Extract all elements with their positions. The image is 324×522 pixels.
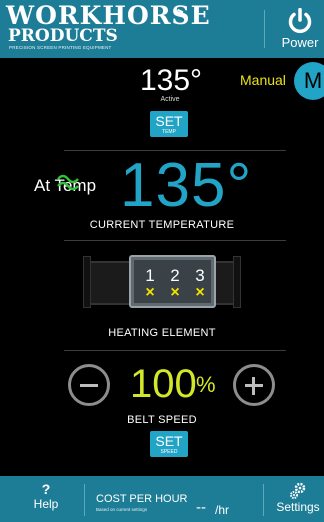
belt-end-right (233, 256, 241, 308)
divider-line (64, 240, 286, 241)
zone-number: 3 (195, 266, 205, 285)
zone-number: 2 (170, 266, 180, 285)
set-temp-value: 135° (140, 64, 203, 97)
mode-label: Manual (240, 72, 286, 88)
settings-button[interactable]: Settings (272, 482, 324, 514)
set-temp-button-label: SET (155, 113, 183, 129)
help-button[interactable]: ? Help (22, 481, 70, 512)
divider-line (64, 350, 286, 351)
power-label: Power (281, 35, 319, 50)
logo-tagline: PRECISION SCREEN PRINTING EQUIPMENT (9, 45, 112, 50)
increase-speed-button[interactable] (233, 364, 275, 406)
set-temp-button[interactable]: SET TEMP (150, 111, 188, 137)
plus-icon-v (252, 377, 255, 395)
heater-zone-3[interactable]: 3 × (188, 260, 212, 301)
heating-element-inner: 1 × 2 × 3 × (134, 260, 211, 303)
zone-off-icon: × (170, 284, 180, 301)
header-divider (264, 10, 265, 48)
set-speed-button-label: SET (155, 433, 183, 449)
power-icon (288, 8, 312, 34)
app-header: WORKHORSE PRODUCTS PRECISION SCREEN PRIN… (0, 0, 324, 58)
set-temp-status: Active (160, 96, 180, 103)
current-temp-label: CURRENT TEMPERATURE (89, 219, 235, 231)
belt-speed-unit: % (196, 372, 216, 397)
zone-number: 1 (145, 266, 155, 285)
zone-off-icon: × (195, 284, 205, 301)
set-speed-button-sub: SPEED (160, 449, 178, 455)
belt-speed-label: BELT SPEED (127, 414, 197, 426)
gear-icon (290, 482, 306, 499)
power-button[interactable]: Power (276, 6, 324, 54)
cost-per-hour-value: -- (196, 499, 206, 516)
heater-zone-2[interactable]: 2 × (163, 260, 187, 301)
cost-per-hour-label: COST PER HOUR (96, 493, 188, 505)
logo-line1: WORKHORSE (6, 1, 211, 30)
current-temp-value: 135° (120, 151, 253, 220)
belt-speed-value: 100 (130, 362, 197, 406)
app-footer: ? Help COST PER HOUR Based on current se… (0, 476, 324, 522)
footer-divider (84, 484, 85, 516)
minus-icon (80, 384, 98, 387)
heating-element-label: HEATING ELEMENT (108, 327, 216, 339)
belt-end-left (83, 256, 91, 308)
set-speed-button[interactable]: SET SPEED (150, 431, 188, 457)
mode-toggle-button[interactable]: M (294, 62, 324, 100)
settings-label: Settings (276, 500, 320, 514)
help-label: Help (33, 497, 59, 511)
cost-per-hour-note: Based on current settings (96, 507, 148, 512)
decrease-speed-button[interactable] (68, 364, 110, 406)
cost-per-hour-unit: /hr (215, 503, 230, 517)
help-icon: ? (41, 481, 51, 497)
footer-divider (263, 484, 264, 516)
heater-zone-1[interactable]: 1 × (138, 260, 162, 301)
zone-off-icon: × (145, 284, 155, 301)
set-temp-button-sub: TEMP (162, 129, 176, 135)
logo-line2: PRODUCTS (8, 26, 118, 46)
heating-element-panel: 1 × 2 × 3 × (129, 255, 216, 308)
heat-wave-icon (57, 174, 79, 191)
